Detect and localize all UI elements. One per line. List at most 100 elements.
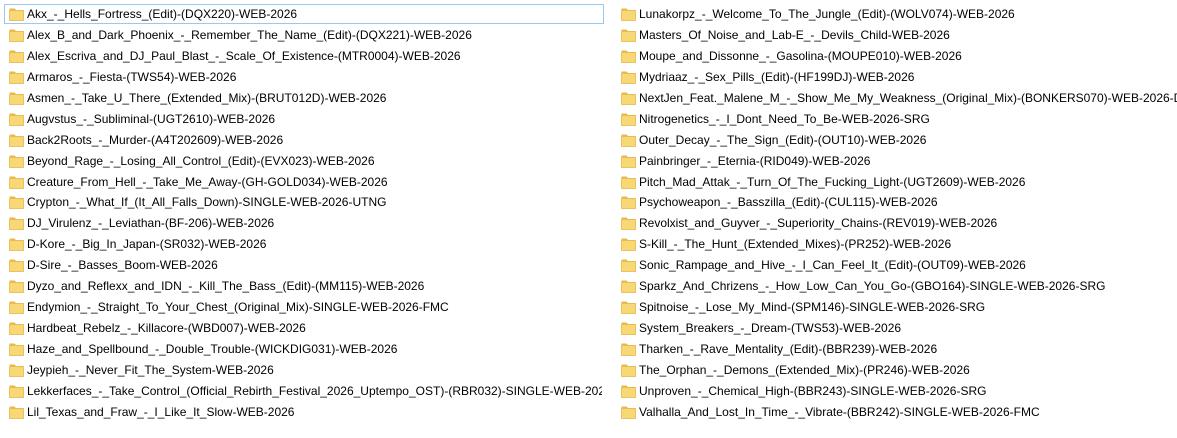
folder-item[interactable]: Hardbeat_Rebelz_-_Killacore-(WBD007)-WEB… (4, 318, 604, 338)
folder-name: Armaros_-_Fiesta-(TWS54)-WEB-2026 (27, 69, 237, 84)
folder-item[interactable]: Asmen_-_Take_U_There_(Extended_Mix)-(BRU… (4, 88, 604, 108)
folder-name: Lekkerfaces_-_Take_Control_(Official_Reb… (27, 383, 602, 398)
folder-name: Back2Roots_-_Murder-(A4T202609)-WEB-2026 (27, 132, 284, 147)
folder-icon (621, 28, 636, 42)
folder-item[interactable]: Mydriaaz_-_Sex_Pills_(Edit)-(HF199DJ)-WE… (616, 67, 1173, 87)
folder-item[interactable]: Unproven_-_Chemical_High-(BBR243)-SINGLE… (616, 381, 1173, 401)
folder-icon (621, 279, 636, 294)
folder-item[interactable]: System_Breakers_-_Dream-(TWS53)-WEB-2026 (616, 318, 1173, 338)
folder-icon (9, 154, 24, 168)
folder-icon (9, 321, 24, 335)
folder-icon (9, 70, 24, 84)
folder-item[interactable]: Jeypieh_-_Never_Fit_The_System-WEB-2026 (4, 360, 604, 380)
folder-item[interactable]: Creature_From_Hell_-_Take_Me_Away-(GH-GO… (4, 172, 604, 192)
folder-item[interactable]: Armaros_-_Fiesta-(TWS54)-WEB-2026 (4, 67, 604, 87)
folder-name: Alex_Escriva_and_DJ_Paul_Blast_-_Scale_O… (27, 48, 461, 63)
folder-icon (621, 321, 636, 335)
folder-icon (9, 363, 24, 377)
folder-item[interactable]: Masters_Of_Noise_and_Lab-E_-_Devils_Chil… (616, 25, 1173, 45)
folder-icon (621, 405, 636, 419)
folder-item[interactable]: Akx_-_Hells_Fortress_(Edit)-(DQX220)-WEB… (4, 4, 604, 24)
folder-name: Spitnoise_-_Lose_My_Mind-(SPM146)-SINGLE… (639, 300, 986, 315)
folder-name: Pitch_Mad_Attak_-_Turn_Of_The_Fucking_Li… (639, 174, 1026, 189)
left-column: Akx_-_Hells_Fortress_(Edit)-(DQX220)-WEB… (4, 4, 604, 423)
folder-item[interactable]: Lunakorpz_-_Welcome_To_The_Jungle_(Edit)… (616, 4, 1173, 24)
folder-item[interactable]: The_Orphan_-_Demons_(Extended_Mix)-(PR24… (616, 360, 1173, 380)
folder-item[interactable]: Lekkerfaces_-_Take_Control_(Official_Reb… (4, 381, 604, 401)
folder-name: Alex_B_and_Dark_Phoenix_-_Remember_The_N… (27, 27, 472, 42)
folder-name: Revolxist_and_Guyver_-_Superiority_Chain… (639, 216, 998, 231)
folder-item[interactable]: S-Kill_-_The_Hunt_(Extended_Mixes)-(PR25… (616, 234, 1173, 254)
folder-name: D-Sire_-_Basses_Boom-WEB-2026 (27, 258, 218, 273)
folder-icon (621, 384, 636, 398)
folder-item[interactable]: Alex_Escriva_and_DJ_Paul_Blast_-_Scale_O… (4, 46, 604, 66)
folder-item[interactable]: Endymion_-_Straight_To_Your_Chest_(Origi… (4, 297, 604, 317)
folder-item[interactable]: DJ_Virulenz_-_Leviathan-(BF-206)-WEB-202… (4, 213, 604, 233)
folder-icon (621, 70, 636, 84)
folder-name: Asmen_-_Take_U_There_(Extended_Mix)-(BRU… (27, 90, 387, 105)
folder-icon (9, 237, 24, 252)
folder-item[interactable]: Haze_and_Spellbound_-_Double_Trouble-(WI… (4, 339, 604, 359)
folder-item[interactable]: Sparkz_And_Chrizens_-_How_Low_Can_You_Go… (616, 276, 1173, 296)
folder-item[interactable]: Nitrogenetics_-_I_Dont_Need_To_Be-WEB-20… (616, 109, 1173, 129)
folder-item[interactable]: Tharken_-_Rave_Mentality_(Edit)-(BBR239)… (616, 339, 1173, 359)
folder-name: Masters_Of_Noise_and_Lab-E_-_Devils_Chil… (639, 27, 950, 42)
folder-icon (9, 384, 24, 398)
folder-item[interactable]: Back2Roots_-_Murder-(A4T202609)-WEB-2026 (4, 130, 604, 150)
folder-name: Moupe_and_Dissonne_-_Gasolina-(MOUPE010)… (639, 48, 962, 63)
folder-name: Beyond_Rage_-_Losing_All_Control_(Edit)-… (27, 153, 375, 168)
folder-icon (9, 49, 24, 63)
folder-icon (9, 175, 24, 189)
file-list: Akx_-_Hells_Fortress_(Edit)-(DQX220)-WEB… (4, 4, 1177, 434)
folder-name: Crypton_-_What_If_(It_All_Falls_Down)-SI… (27, 195, 387, 210)
folder-item[interactable]: Alex_B_and_Dark_Phoenix_-_Remember_The_N… (4, 25, 604, 45)
folder-name: Painbringer_-_Eternia-(RID049)-WEB-2026 (639, 153, 871, 168)
folder-item[interactable]: Augvstus_-_Subliminal-(UGT2610)-WEB-2026 (4, 109, 604, 129)
folder-name: Psychoweapon_-_Basszilla_(Edit)-(CUL115)… (639, 195, 938, 210)
folder-icon (621, 195, 636, 210)
folder-icon (9, 300, 24, 315)
folder-icon (621, 237, 636, 252)
folder-name: Augvstus_-_Subliminal-(UGT2610)-WEB-2026 (27, 111, 276, 126)
folder-name: Endymion_-_Straight_To_Your_Chest_(Origi… (27, 300, 449, 315)
folder-icon (621, 300, 636, 315)
folder-item[interactable]: Valhalla_And_Lost_In_Time_-_Vibrate-(BBR… (616, 402, 1173, 422)
folder-item[interactable]: Revolxist_and_Guyver_-_Superiority_Chain… (616, 213, 1173, 233)
folder-item[interactable]: Moupe_and_Dissonne_-_Gasolina-(MOUPE010)… (616, 46, 1173, 66)
folder-item[interactable]: Outer_Decay_-_The_Sign_(Edit)-(OUT10)-WE… (616, 130, 1173, 150)
folder-name: DJ_Virulenz_-_Leviathan-(BF-206)-WEB-202… (27, 216, 275, 231)
folder-name: Outer_Decay_-_The_Sign_(Edit)-(OUT10)-WE… (639, 132, 927, 147)
folder-item[interactable]: Dyzo_and_Reflexx_and_IDN_-_Kill_The_Bass… (4, 276, 604, 296)
folder-icon (621, 258, 636, 273)
folder-name: Sonic_Rampage_and_Hive_-_I_Can_Feel_It_(… (639, 258, 1026, 273)
folder-item[interactable]: Psychoweapon_-_Basszilla_(Edit)-(CUL115)… (616, 192, 1173, 212)
folder-item[interactable]: D-Sire_-_Basses_Boom-WEB-2026 (4, 255, 604, 275)
folder-name: Unproven_-_Chemical_High-(BBR243)-SINGLE… (639, 383, 987, 398)
folder-icon (9, 28, 24, 42)
folder-icon (621, 154, 636, 168)
folder-icon (621, 7, 636, 21)
folder-item[interactable]: D-Kore_-_Big_In_Japan-(SR032)-WEB-2026 (4, 234, 604, 254)
folder-name: Creature_From_Hell_-_Take_Me_Away-(GH-GO… (27, 174, 388, 189)
folder-name: Lil_Texas_and_Fraw_-_I_Like_It_Slow-WEB-… (27, 404, 295, 419)
folder-icon (9, 405, 24, 419)
folder-item[interactable]: Beyond_Rage_-_Losing_All_Control_(Edit)-… (4, 151, 604, 171)
folder-name: Lunakorpz_-_Welcome_To_The_Jungle_(Edit)… (639, 7, 1015, 21)
folder-icon (621, 133, 636, 147)
folder-icon (9, 258, 24, 273)
folder-icon (621, 216, 636, 231)
folder-icon (9, 342, 24, 356)
folder-name: Nitrogenetics_-_I_Dont_Need_To_Be-WEB-20… (639, 111, 930, 126)
folder-item[interactable]: Painbringer_-_Eternia-(RID049)-WEB-2026 (616, 151, 1173, 171)
folder-item[interactable]: NextJen_Feat._Malene_M_-_Show_Me_My_Weak… (616, 88, 1177, 108)
folder-item[interactable]: Spitnoise_-_Lose_My_Mind-(SPM146)-SINGLE… (616, 297, 1173, 317)
folder-icon (9, 133, 24, 147)
folder-icon (621, 91, 636, 105)
folder-item[interactable]: Lil_Texas_and_Fraw_-_I_Like_It_Slow-WEB-… (4, 402, 604, 422)
folder-item[interactable]: Sonic_Rampage_and_Hive_-_I_Can_Feel_It_(… (616, 255, 1173, 275)
folder-item[interactable]: Pitch_Mad_Attak_-_Turn_Of_The_Fucking_Li… (616, 172, 1173, 192)
folder-name: System_Breakers_-_Dream-(TWS53)-WEB-2026 (639, 321, 902, 336)
folder-item[interactable]: Crypton_-_What_If_(It_All_Falls_Down)-SI… (4, 192, 604, 212)
folder-icon (9, 279, 24, 294)
folder-name: Tharken_-_Rave_Mentality_(Edit)-(BBR239)… (639, 342, 938, 356)
